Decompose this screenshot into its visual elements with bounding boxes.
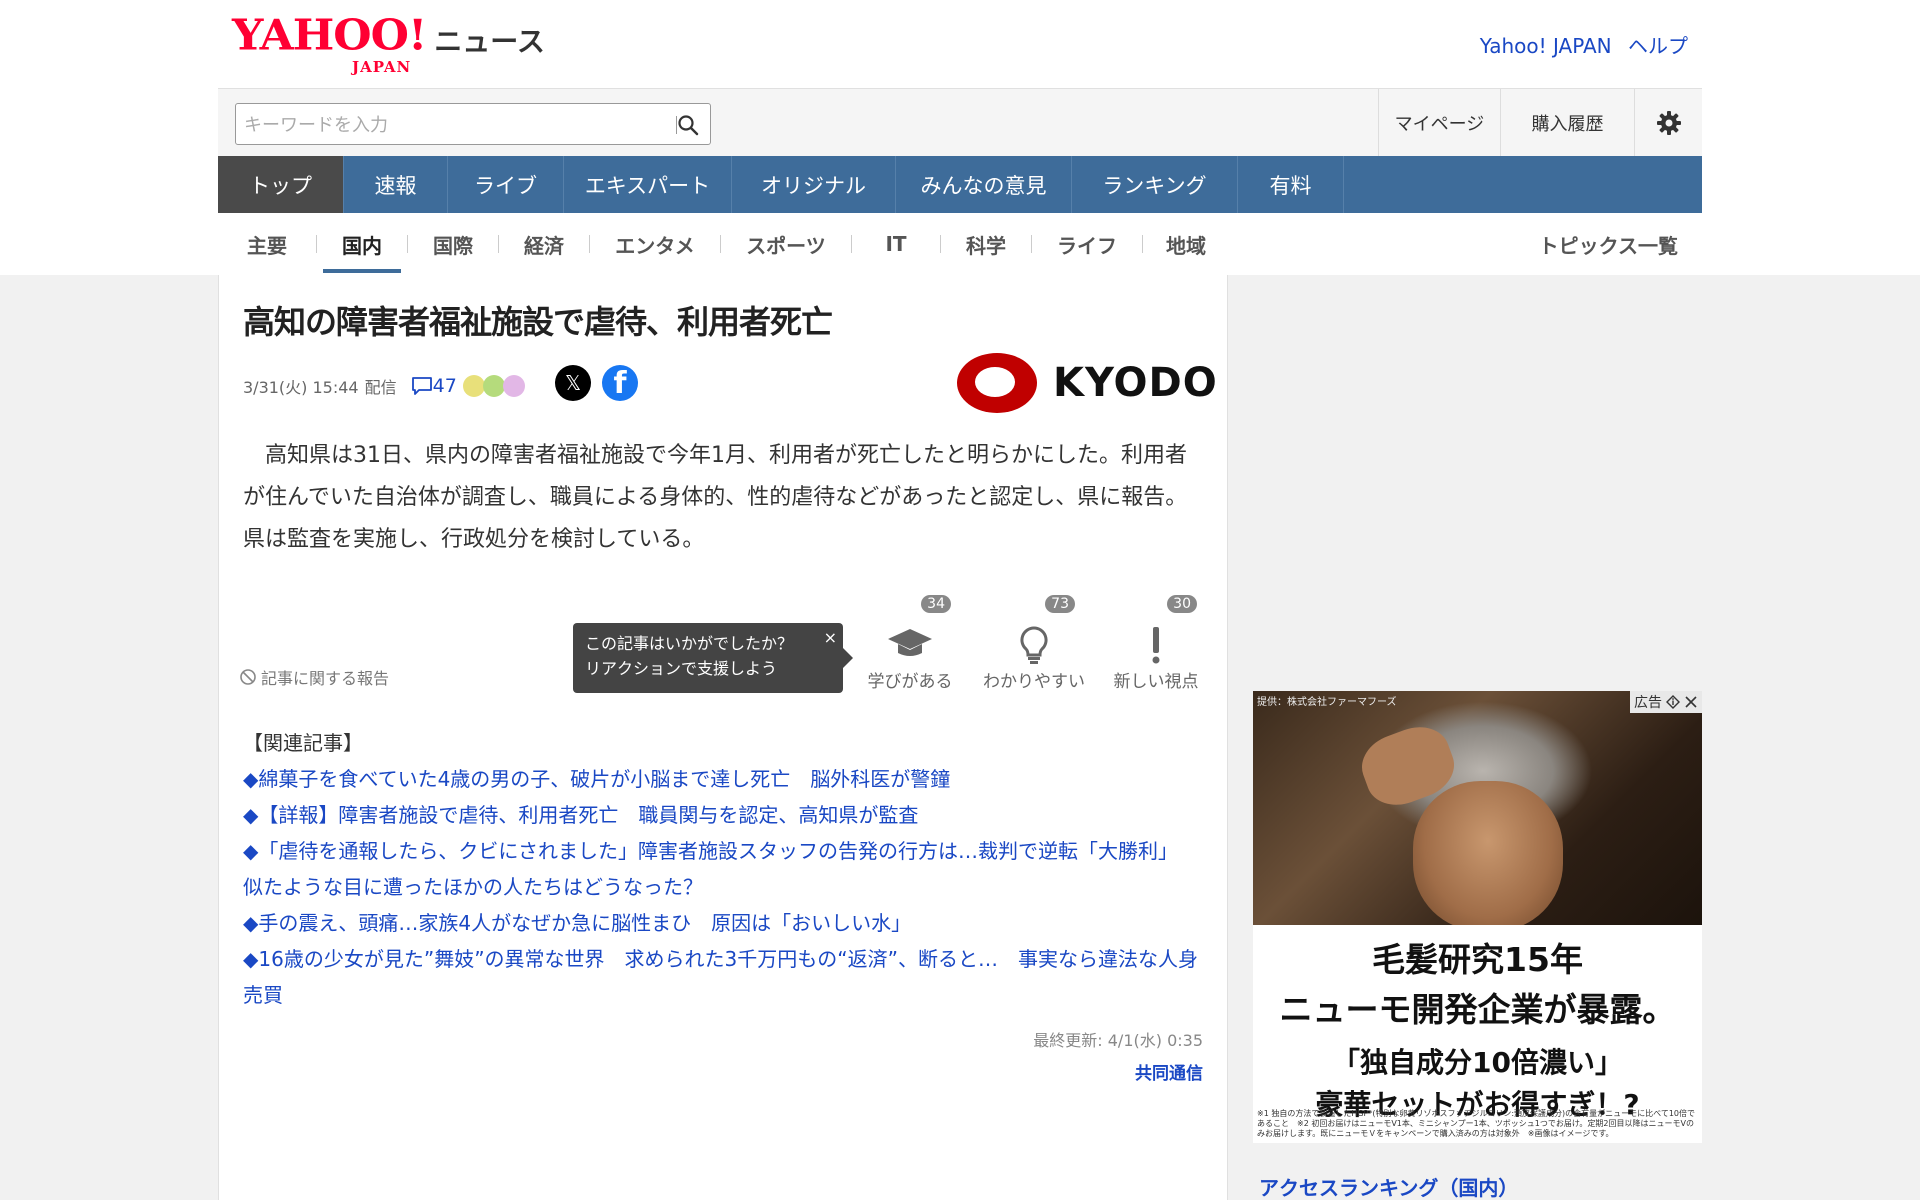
reaction-label: わかりやすい <box>983 672 1085 692</box>
graduation-cap-icon <box>855 625 965 661</box>
comment-icon <box>411 377 432 395</box>
category-tab-entertainment[interactable]: エンタメ <box>590 213 720 275</box>
help-link[interactable]: ヘルプ <box>1628 34 1688 58</box>
comment-count: 47 <box>432 375 457 397</box>
ad-headline-3: 「独自成分10倍濃い」 <box>1332 1046 1623 1079</box>
reaction-label: 新しい視点 <box>1113 672 1199 692</box>
mypage-link[interactable]: マイページ <box>1378 89 1500 157</box>
search-bar-row: マイページ 購入履歴 <box>218 88 1702 157</box>
main-nav: トップ 速報 ライブ エキスパート オリジナル みんなの意見 ランキング 有料 <box>218 156 1702 213</box>
header-links: Yahoo! JAPAN ヘルプ <box>1470 30 1688 59</box>
tooltip-line1: この記事はいかがでしたか？ <box>585 634 794 653</box>
reaction-label: 学びがある <box>867 672 953 692</box>
info-icon <box>1666 695 1680 709</box>
search-input[interactable] <box>244 112 644 138</box>
user-links: マイページ 購入履歴 <box>1378 89 1702 157</box>
related-article-link[interactable]: ◆「虐待を通報したら、クビにされました」障害者施設スタッフの告発の行方は…裁判で… <box>243 833 1203 905</box>
tooltip-line2: リアクションで支援しよう <box>585 659 778 678</box>
share-x-button[interactable]: 𝕏 <box>555 365 591 401</box>
ad-footnote: ※1 独自の方法で製造したHGP*(特別な卵黄リゾホスファチジルコリン:頭皮保護… <box>1257 1109 1696 1138</box>
face-icon <box>502 375 525 397</box>
report-label: 記事に関する報告 <box>261 669 390 688</box>
ad-photo-face <box>1413 781 1563 931</box>
ad-badge-label: 広告 <box>1634 695 1662 711</box>
reaction-count: 30 <box>1167 595 1197 613</box>
prohibited-icon <box>240 669 256 685</box>
nav-ranking[interactable]: ランキング <box>1072 156 1238 213</box>
nav-paid[interactable]: 有料 <box>1238 156 1344 213</box>
article-panel: 高知の障害者福祉施設で虐待、利用者死亡 3/31(火) 15:44 配信 47 … <box>218 275 1228 1200</box>
reaction-tooltip: この記事はいかがでしたか？ リアクションで支援しよう × <box>573 623 853 693</box>
reaction-learn[interactable]: 34 学びがある <box>855 595 965 692</box>
reaction-count: 34 <box>921 595 951 613</box>
lightbulb-icon <box>979 625 1089 665</box>
site-header: YAHOO! JAPAN ニュース Yahoo! JAPAN ヘルプ <box>218 0 1702 88</box>
face-icon <box>462 375 485 397</box>
advertisement[interactable]: 提供：株式会社ファーマフーズ 広告 毛髪研究15年 ニューモ開発企業が暴露。 「… <box>1253 691 1702 1143</box>
category-tab-science[interactable]: 科学 <box>941 213 1031 275</box>
category-tab-economy[interactable]: 経済 <box>499 213 589 275</box>
exclamation-icon <box>1101 625 1211 665</box>
yahoo-logo-text: YAHOO! <box>232 11 427 60</box>
category-tab-domestic[interactable]: 国内 <box>317 213 407 275</box>
settings-button[interactable] <box>1634 89 1702 157</box>
related-article-link[interactable]: ◆綿菓子を食べていた4歳の男の子、破片が小脳まで達し死亡 脳外科医が警鐘 <box>243 761 1203 797</box>
reaction-faces <box>462 375 525 397</box>
category-tab-sports[interactable]: スポーツ <box>721 213 851 275</box>
reaction-new-perspective[interactable]: 30 新しい視点 <box>1101 595 1211 692</box>
purchase-history-link[interactable]: 購入履歴 <box>1500 89 1634 157</box>
delivered-label: 配信 <box>364 378 397 397</box>
reaction-count: 73 <box>1045 595 1075 613</box>
category-tab-local[interactable]: 地域 <box>1143 213 1229 275</box>
service-name: ニュース <box>434 25 545 58</box>
nav-opinions[interactable]: みんなの意見 <box>896 156 1072 213</box>
ad-copy: 毛髪研究15年 ニューモ開発企業が暴露。 「独自成分10倍濃い」 豪華セットがお… <box>1253 925 1702 1143</box>
share-facebook-button[interactable]: f <box>602 365 638 401</box>
last-updated: 最終更新: 4/1(水) 0:35 <box>1033 1031 1203 1050</box>
nav-top[interactable]: トップ <box>218 156 344 213</box>
category-tab-it[interactable]: IT <box>852 213 940 275</box>
search-box <box>235 103 711 145</box>
reaction-clear[interactable]: 73 わかりやすい <box>979 595 1089 692</box>
provider-logo-text: KYODO <box>1053 360 1218 406</box>
ad-badge[interactable]: 広告 <box>1630 691 1702 713</box>
article-meta: 3/31(火) 15:44 配信 47 <box>243 369 525 403</box>
japan-logo-text: JAPAN <box>352 58 412 76</box>
nav-expert[interactable]: エキスパート <box>564 156 732 213</box>
gear-icon <box>1656 111 1681 135</box>
category-tab-main[interactable]: 主要 <box>218 213 316 275</box>
ad-photo: 提供：株式会社ファーマフーズ 広告 <box>1253 691 1702 931</box>
search-icon <box>678 115 699 136</box>
access-ranking-heading[interactable]: アクセスランキング（国内） <box>1259 1172 1518 1200</box>
article-title: 高知の障害者福祉施設で虐待、利用者死亡 <box>243 303 833 341</box>
face-icon <box>482 375 505 397</box>
provider-logo[interactable]: KYODO <box>957 353 1218 413</box>
report-article-link[interactable]: 記事に関する報告 <box>239 665 389 689</box>
related-article-link[interactable]: ◆【詳報】障害者施設で虐待、利用者死亡 職員関与を認定、高知県が監査 <box>243 797 1203 833</box>
ad-provider: 提供：株式会社ファーマフーズ <box>1257 697 1397 708</box>
close-icon <box>1685 696 1697 708</box>
related-article-link[interactable]: ◆手の震え、頭痛…家族4人がなぜか急に脳性まひ 原因は「おいしい水」 <box>243 905 1203 941</box>
kyodo-mark-icon <box>957 353 1037 413</box>
nav-live[interactable]: ライブ <box>448 156 564 213</box>
ad-headline-1: 毛髪研究15年 <box>1372 940 1583 979</box>
category-tab-life[interactable]: ライフ <box>1032 213 1142 275</box>
nav-breaking[interactable]: 速報 <box>344 156 448 213</box>
article-date: 3/31(火) 15:44 <box>243 378 359 397</box>
related-article-link[interactable]: ◆16歳の少女が見た”舞妓”の異常な世界 求められた3千万円もの“返済”、断ると… <box>243 941 1203 1013</box>
ad-headline-2: ニューモ開発企業が暴露。 <box>1279 990 1676 1029</box>
category-tab-world[interactable]: 国際 <box>408 213 498 275</box>
tooltip-close-button[interactable]: × <box>824 625 837 650</box>
article-body: 高知県は31日、県内の障害者福祉施設で今年1月、利用者が死亡したと明らかにした。… <box>243 443 1188 552</box>
site-logo[interactable]: YAHOO! JAPAN ニュース <box>232 11 545 76</box>
comments-link[interactable]: 47 <box>411 375 457 397</box>
nav-original[interactable]: オリジナル <box>732 156 896 213</box>
related-articles: 【関連記事】 ◆綿菓子を食べていた4歳の男の子、破片が小脳まで達し死亡 脳外科医… <box>243 725 1203 1013</box>
yahoo-japan-link[interactable]: Yahoo! JAPAN <box>1480 34 1612 58</box>
search-button[interactable] <box>674 112 702 138</box>
category-nav: 主要 国内 国際 経済 エンタメ スポーツ IT 科学 ライフ 地域 トピックス… <box>218 213 1702 275</box>
related-heading: 【関連記事】 <box>243 731 363 755</box>
topics-list-link[interactable]: トピックス一覧 <box>1539 213 1678 275</box>
source-link[interactable]: 共同通信 <box>1135 1059 1203 1084</box>
